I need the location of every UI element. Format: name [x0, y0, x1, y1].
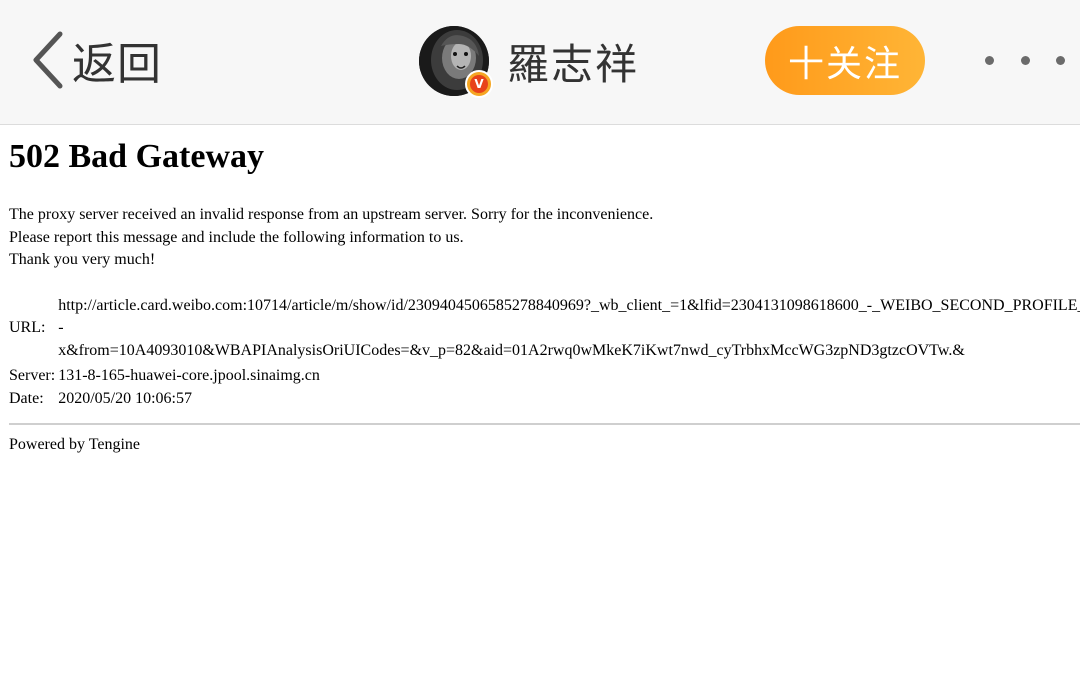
top-nav-bar: 返回 V 羅志祥 十关注 — [0, 0, 1080, 125]
url-line: x&from=10A4093010&WBAPIAnalysisOriUICode… — [58, 341, 965, 359]
message-line: The proxy server received an invalid res… — [9, 206, 654, 223]
back-button[interactable]: 返回 — [30, 28, 162, 92]
url-line: http://article.card.weibo.com:10714/arti… — [58, 296, 1080, 314]
powered-by-footer: Powered by Tengine — [9, 436, 140, 453]
more-dots-icon[interactable] — [985, 50, 1065, 70]
dot — [1020, 55, 1030, 65]
info-row-date: Date: 2020/05/20 10:06:57 — [9, 390, 1080, 408]
date-label: Date: — [9, 390, 44, 407]
url-value: http://article.card.weibo.com:10714/arti… — [58, 295, 1080, 363]
profile-header[interactable]: V 羅志祥 — [419, 25, 640, 98]
info-row-url: URL: http://article.card.weibo.com:10714… — [9, 295, 1080, 363]
url-line: - — [58, 319, 64, 336]
dot — [1056, 55, 1065, 65]
message-line: Thank you very much! — [9, 251, 156, 268]
chevron-left-icon — [30, 30, 66, 90]
error-message: The proxy server received an invalid res… — [9, 204, 1080, 272]
avatar[interactable]: V — [419, 26, 493, 98]
date-value: 2020/05/20 10:06:57 — [58, 390, 192, 407]
server-label: Server: — [9, 367, 56, 384]
error-info-table: URL: http://article.card.weibo.com:10714… — [9, 290, 1080, 414]
url-label: URL: — [9, 319, 46, 337]
verified-badge-icon: V — [465, 70, 493, 98]
error-title: 502 Bad Gateway — [9, 138, 264, 175]
follow-button[interactable]: 十关注 — [765, 26, 925, 95]
server-value: 131-8-165-huawei-core.jpool.sinaimg.cn — [58, 367, 320, 384]
error-page: 502 Bad Gateway The proxy server receive… — [9, 126, 1080, 454]
divider — [9, 423, 1080, 425]
dot — [985, 55, 994, 65]
profile-name: 羅志祥 — [507, 39, 640, 89]
info-row-server: Server: 131-8-165-huawei-core.jpool.sina… — [9, 367, 1080, 385]
back-label: 返回 — [72, 39, 162, 90]
message-line: Please report this message and include t… — [9, 228, 464, 246]
